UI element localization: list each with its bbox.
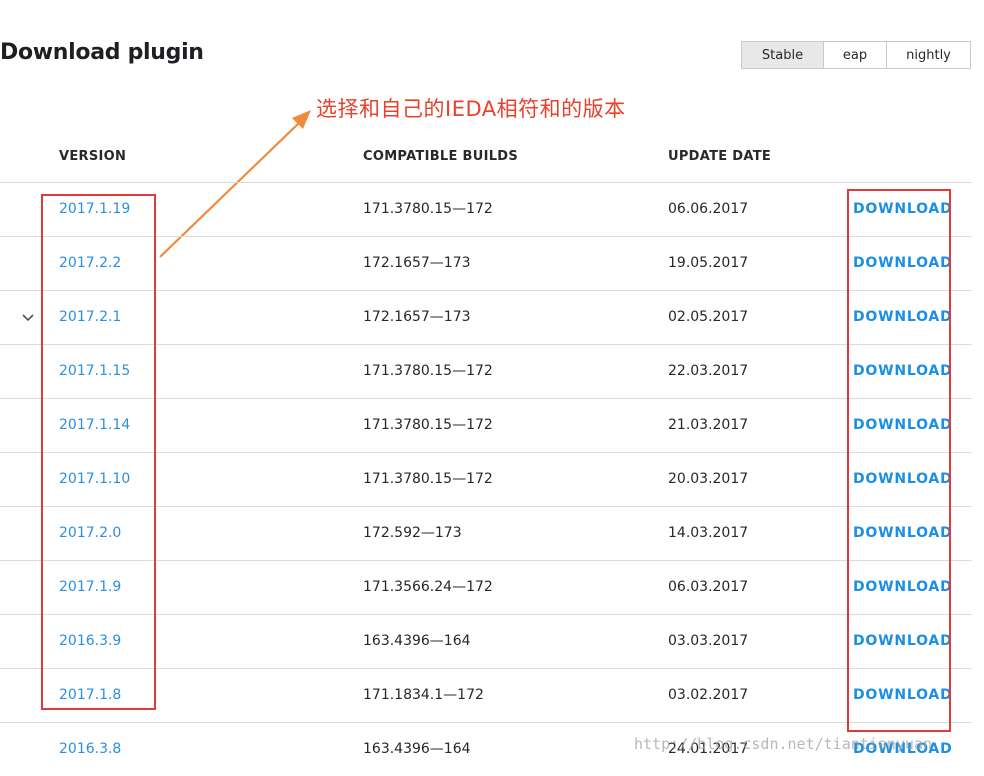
column-header-version: VERSION: [59, 149, 127, 164]
compatible-builds: 171.3780.15—172: [363, 363, 493, 379]
version-link[interactable]: 2017.2.0: [59, 507, 121, 560]
download-button[interactable]: DOWNLOAD: [853, 561, 953, 614]
table-row: 2016.3.9 163.4396—164 03.03.2017 DOWNLOAD: [0, 614, 972, 668]
version-table: 2017.1.19 171.3780.15—172 06.06.2017 DOWNLO…: [0, 182, 972, 776]
download-button[interactable]: DOWNLOAD: [853, 615, 953, 668]
download-button[interactable]: DOWNLOAD: [853, 291, 953, 344]
compatible-builds: 171.1834.1—172: [363, 687, 484, 703]
chevron-down-icon[interactable]: [20, 310, 36, 326]
table-row: 2017.2.1 172.1657—173 02.05.2017 DOWNLOAD: [0, 290, 972, 344]
version-link[interactable]: 2016.3.8: [59, 723, 121, 776]
update-date: 20.03.2017: [668, 471, 749, 487]
version-link[interactable]: 2016.3.9: [59, 615, 121, 668]
version-link[interactable]: 2017.1.8: [59, 669, 121, 722]
download-button[interactable]: DOWNLOAD: [853, 345, 953, 398]
compatible-builds: 171.3780.15—172: [363, 201, 493, 217]
version-link[interactable]: 2017.1.9: [59, 561, 121, 614]
update-date: 21.03.2017: [668, 417, 749, 433]
update-date: 02.05.2017: [668, 309, 749, 325]
compatible-builds: 163.4396—164: [363, 741, 471, 757]
update-date: 22.03.2017: [668, 363, 749, 379]
download-button[interactable]: DOWNLOAD: [853, 237, 953, 290]
channel-stable-button[interactable]: Stable: [742, 42, 823, 68]
compatible-builds: 171.3780.15—172: [363, 417, 493, 433]
update-date: 03.02.2017: [668, 687, 749, 703]
download-button[interactable]: DOWNLOAD: [853, 669, 953, 722]
compatible-builds: 172.1657—173: [363, 309, 471, 325]
version-link[interactable]: 2017.1.10: [59, 453, 130, 506]
annotation-text: 选择和自己的IEDA相符和的版本: [316, 97, 626, 121]
update-date: 19.05.2017: [668, 255, 749, 271]
compatible-builds: 163.4396—164: [363, 633, 471, 649]
channel-switch: Stable eap nightly: [741, 41, 971, 69]
download-button[interactable]: DOWNLOAD: [853, 453, 953, 506]
compatible-builds: 172.1657—173: [363, 255, 471, 271]
table-row: 2017.1.15 171.3780.15—172 22.03.2017 DOWNLO…: [0, 344, 972, 398]
channel-nightly-button[interactable]: nightly: [886, 42, 970, 68]
table-row: 2017.1.10 171.3780.15—172 20.03.2017 DOWNLO…: [0, 452, 972, 506]
table-row: 2017.2.2 172.1657—173 19.05.2017 DOWNLOAD: [0, 236, 972, 290]
download-button[interactable]: DOWNLOAD: [853, 399, 953, 452]
table-row: 2017.1.14 171.3780.15—172 21.03.2017 DOWNLO…: [0, 398, 972, 452]
update-date: 06.06.2017: [668, 201, 749, 217]
version-link[interactable]: 2017.1.14: [59, 399, 130, 452]
update-date: 06.03.2017: [668, 579, 749, 595]
column-header-compatible-builds: COMPATIBLE BUILDS: [363, 149, 519, 164]
update-date: 03.03.2017: [668, 633, 749, 649]
download-button[interactable]: DOWNLOAD: [853, 183, 953, 236]
update-date: 14.03.2017: [668, 525, 749, 541]
version-link[interactable]: 2017.1.15: [59, 345, 130, 398]
column-header-update-date: UPDATE DATE: [668, 149, 772, 164]
table-row: 2017.1.19 171.3780.15—172 06.06.2017 DOWNLO…: [0, 182, 972, 236]
table-row: 2017.1.8 171.1834.1—172 03.02.2017 DOWNLOAD: [0, 668, 972, 722]
watermark: http://blog.csdn.net/tiantianyuan: [634, 735, 933, 753]
compatible-builds: 171.3566.24—172: [363, 579, 493, 595]
compatible-builds: 172.592—173: [363, 525, 462, 541]
version-link[interactable]: 2017.2.2: [59, 237, 121, 290]
channel-eap-button[interactable]: eap: [823, 42, 886, 68]
table-row: 2017.1.9 171.3566.24—172 06.03.2017 DOWNLOA…: [0, 560, 972, 614]
page-title: Download plugin: [0, 40, 204, 65]
table-row: 2017.2.0 172.592—173 14.03.2017 DOWNLOAD: [0, 506, 972, 560]
download-button[interactable]: DOWNLOAD: [853, 507, 953, 560]
version-link[interactable]: 2017.2.1: [59, 291, 121, 344]
compatible-builds: 171.3780.15—172: [363, 471, 493, 487]
version-link[interactable]: 2017.1.19: [59, 183, 130, 236]
